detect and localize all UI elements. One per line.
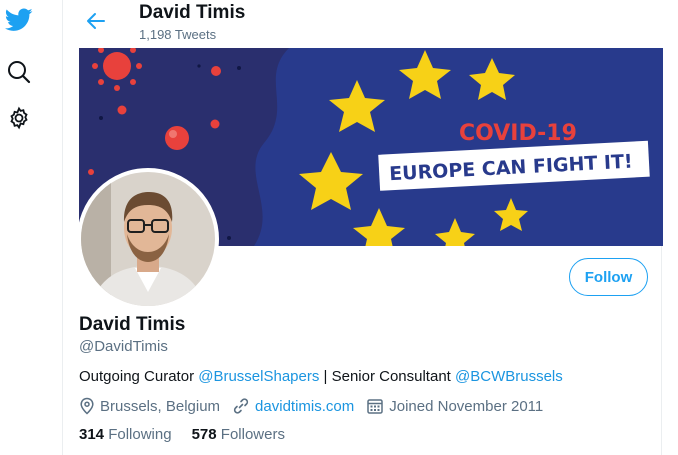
- location-item: Brussels, Belgium: [79, 397, 220, 415]
- profile-bio: Outgoing Curator @BrusselShapers | Senio…: [79, 368, 563, 385]
- joined-text: Joined November 2011: [389, 397, 544, 415]
- header-display-name: David Timis: [139, 2, 246, 23]
- bio-text-middle: | Senior Consultant: [319, 368, 455, 385]
- joined-item: Joined November 2011: [366, 397, 543, 415]
- link-icon: [233, 398, 249, 414]
- profile-meta: Brussels, Belgium davidtimis.com Joined …: [79, 396, 555, 416]
- settings-gear-icon[interactable]: [5, 104, 33, 132]
- location-text: Brussels, Belgium: [100, 397, 221, 415]
- twitter-bird-icon[interactable]: [5, 6, 33, 34]
- followers-link[interactable]: 578 Followers: [192, 426, 285, 443]
- following-link[interactable]: 314 Following: [79, 426, 172, 443]
- followers-count: 578: [191, 426, 217, 443]
- follow-button[interactable]: Follow: [569, 258, 648, 296]
- profile-avatar[interactable]: [77, 168, 219, 310]
- profile-stats: 314 Following 578 Followers: [79, 426, 305, 443]
- following-count: 314: [79, 426, 105, 443]
- header-tweet-count: 1,198 Tweets: [139, 27, 217, 42]
- calendar-icon: [367, 399, 383, 414]
- profile-handle: @DavidTimis: [79, 338, 168, 355]
- search-icon[interactable]: [5, 58, 33, 86]
- profile-display-name: David Timis: [79, 314, 186, 335]
- website-item: davidtimis.com: [232, 397, 354, 415]
- back-arrow-icon[interactable]: [83, 8, 109, 34]
- profile-column: David Timis 1,198 Tweets COVID-19 EUROPE…: [62, 0, 663, 455]
- location-pin-icon: [80, 397, 94, 415]
- following-label: Following: [108, 426, 172, 443]
- bio-mention-brusselshapers[interactable]: @BrusselShapers: [198, 368, 319, 385]
- profile-header-bar: David Timis 1,198 Tweets: [63, 0, 663, 48]
- followers-label: Followers: [220, 426, 285, 443]
- left-rail: [0, 0, 40, 455]
- bio-mention-bcwbrussels[interactable]: @BCWBrussels: [455, 368, 563, 385]
- bio-text-prefix: Outgoing Curator: [79, 368, 199, 385]
- website-link[interactable]: davidtimis.com: [255, 398, 354, 415]
- banner-headline: COVID-19: [459, 121, 577, 146]
